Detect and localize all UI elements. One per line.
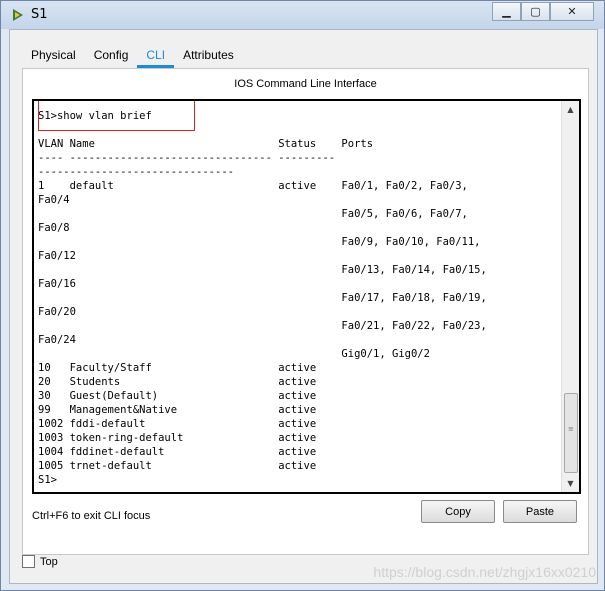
terminal-line: 20 Students active	[38, 376, 317, 388]
terminal-line: Fa0/4	[38, 194, 70, 206]
top-checkbox[interactable]	[22, 555, 35, 568]
tab-config[interactable]: Config	[85, 42, 138, 68]
cli-panel: IOS Command Line Interface S1>show vlan …	[22, 68, 589, 555]
terminal-line: Fa0/9, Fa0/10, Fa0/11,	[341, 236, 481, 248]
top-label: Top	[40, 555, 58, 568]
terminal-line: Gig0/1, Gig0/2	[341, 348, 430, 360]
terminal-line: Fa0/13, Fa0/14, Fa0/15,	[341, 264, 487, 276]
minimize-icon: ▁	[502, 5, 511, 18]
scrollbar-thumb[interactable]: ≡	[564, 393, 578, 473]
maximize-button[interactable]: ▢	[521, 2, 550, 21]
terminal-line: 10 Faculty/Staff active	[38, 362, 317, 374]
tab-attributes[interactable]: Attributes	[174, 42, 243, 68]
watermark: https://blog.csdn.net/zhgjx16xx0210	[373, 564, 596, 580]
terminal-line: 1005 trnet-default active	[38, 460, 317, 472]
terminal-output: S1>show vlan brief VLAN Name Status Port…	[38, 109, 553, 487]
exit-focus-hint: Ctrl+F6 to exit CLI focus	[32, 510, 151, 522]
scroll-down-icon[interactable]: ▼	[562, 475, 579, 492]
app-window: S1 ▁ ▢ ✕ Physical Config CLI Attributes …	[0, 0, 605, 591]
top-option: Top	[22, 555, 58, 568]
window-client: Physical Config CLI Attributes IOS Comma…	[9, 29, 598, 584]
grip-icon: ≡	[568, 425, 574, 433]
terminal-line: S1>	[38, 474, 57, 486]
cli-terminal[interactable]: S1>show vlan brief VLAN Name Status Port…	[32, 99, 581, 494]
terminal-line: 1004 fddinet-default active	[38, 446, 317, 458]
tab-physical[interactable]: Physical	[22, 42, 85, 68]
window-title: S1	[31, 7, 48, 22]
title-bar[interactable]: S1 ▁ ▢ ✕	[1, 1, 604, 29]
terminal-line: Fa0/16	[38, 278, 76, 290]
terminal-line: Fa0/24	[38, 334, 76, 346]
paste-button[interactable]: Paste	[503, 500, 577, 523]
terminal-line: 1003 token-ring-default active	[38, 432, 317, 444]
terminal-line: Fa0/17, Fa0/18, Fa0/19,	[341, 292, 487, 304]
terminal-line: Fa0/12	[38, 250, 76, 262]
terminal-line: 99 Management&Native active	[38, 404, 317, 416]
tab-bar: Physical Config CLI Attributes	[22, 42, 243, 68]
terminal-line: VLAN Name Status Ports	[38, 138, 374, 150]
command-highlight-box	[38, 101, 195, 131]
minimize-button[interactable]: ▁	[492, 2, 521, 21]
terminal-line: ---- -------------------------------- --…	[38, 152, 336, 164]
maximize-icon: ▢	[530, 5, 541, 18]
copy-button[interactable]: Copy	[421, 500, 495, 523]
terminal-line: 1 default active Fa0/1, Fa0/2, Fa0/3,	[38, 180, 468, 192]
terminal-line: 1002 fddi-default active	[38, 418, 317, 430]
scroll-up-icon[interactable]: ▲	[562, 101, 579, 118]
tab-cli[interactable]: CLI	[137, 42, 175, 68]
terminal-line: Fa0/5, Fa0/6, Fa0/7,	[341, 208, 468, 220]
close-icon: ✕	[567, 5, 577, 18]
close-button[interactable]: ✕	[550, 2, 594, 21]
caption-buttons: ▁ ▢ ✕	[492, 2, 594, 21]
terminal-scrollbar[interactable]: ▲ ≡ ▼	[561, 101, 579, 492]
terminal-line: -------------------------------	[38, 166, 234, 178]
terminal-line: Fa0/20	[38, 306, 76, 318]
packet-tracer-icon	[13, 9, 23, 21]
panel-header: IOS Command Line Interface	[234, 78, 377, 90]
terminal-line: Fa0/8	[38, 222, 70, 234]
terminal-line: 30 Guest(Default) active	[38, 390, 317, 402]
terminal-line: Fa0/21, Fa0/22, Fa0/23,	[341, 320, 487, 332]
